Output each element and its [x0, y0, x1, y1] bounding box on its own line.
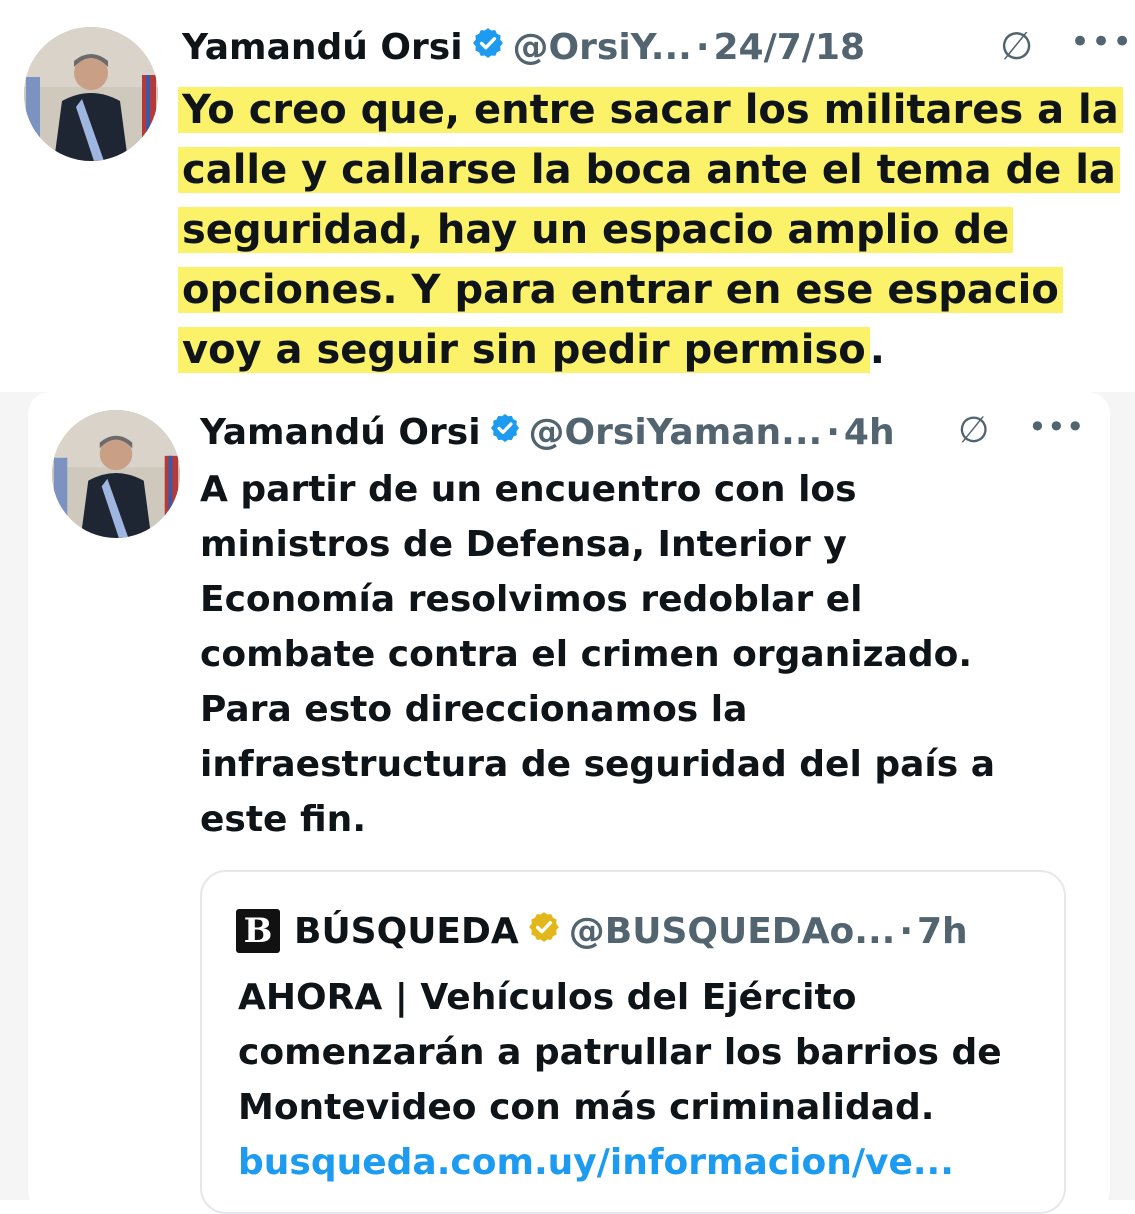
more-options-icon[interactable]: •••	[1070, 22, 1133, 62]
highlighted-text: calle y callarse la boca ante el tema de…	[178, 147, 1120, 193]
timestamp[interactable]: 4h	[844, 412, 895, 453]
author-name[interactable]: Yamandú Orsi	[182, 27, 463, 68]
author-handle[interactable]: @OrsiYaman...	[529, 412, 823, 453]
tweet-line: combate contra el crimen organizado.	[200, 634, 973, 675]
tweet-line: este fin.	[200, 799, 366, 840]
busqueda-logo-icon[interactable]: B	[236, 909, 280, 953]
tweet-line: Economía resolvimos redoblar el	[200, 579, 863, 620]
grok-icon[interactable]: ∅	[1000, 24, 1033, 68]
avatar[interactable]	[24, 27, 158, 161]
highlighted-text: seguridad, hay un espacio amplio de	[178, 207, 1014, 253]
highlighted-text: opciones. Y para entrar en ese espacio	[178, 267, 1063, 313]
highlighted-text: Yo creo que, entre sacar los militares a…	[178, 87, 1123, 133]
highlighted-text: voy a seguir sin pedir permiso	[178, 327, 870, 373]
quoted-tweet-text: AHORA | Vehículos del Ejército comenzará…	[238, 978, 1002, 1198]
tweet-line: AHORA | Vehículos del Ejército	[238, 977, 857, 1018]
tweet-header: Yamandú Orsi @OrsiYaman... · 4h	[200, 410, 895, 454]
article-link[interactable]: busqueda.com.uy/informacion/ve...	[238, 1143, 1002, 1198]
tweet-line: infraestructura de seguridad del país a	[200, 744, 996, 785]
more-options-icon[interactable]: •••	[1028, 408, 1085, 446]
period: .	[869, 327, 885, 373]
author-handle[interactable]: @BUSQUEDAo...	[569, 911, 896, 952]
tweet-line: Para esto direccionamos la	[200, 689, 748, 730]
tweet-text: A partir de un encuentro con los ministr…	[200, 470, 995, 855]
tweet-header: Yamandú Orsi @OrsiY... · 24/7/18	[182, 24, 865, 70]
tweet-line: Montevideo con más criminalidad.	[238, 1087, 935, 1128]
separator-dot: ·	[899, 910, 913, 952]
tweet-line: ministros de Defensa, Interior y	[200, 524, 847, 565]
quoted-tweet-header: B BÚSQUEDA @BUSQUEDAo... · 7h	[236, 908, 968, 954]
separator-dot: ·	[695, 26, 710, 68]
author-name[interactable]: Yamandú Orsi	[200, 412, 481, 453]
tweet-text: Yo creo que, entre sacar los militares a…	[178, 87, 1123, 388]
author-handle[interactable]: @OrsiY...	[513, 27, 692, 68]
verified-org-badge-icon	[527, 910, 561, 953]
tweet-line: comenzarán a patrullar los barrios de	[238, 1032, 1002, 1073]
grok-icon[interactable]: ∅	[958, 410, 989, 451]
timestamp[interactable]: 7h	[917, 911, 968, 952]
tweet-line: A partir de un encuentro con los	[200, 469, 857, 510]
avatar[interactable]	[52, 410, 180, 538]
separator-dot: ·	[826, 411, 840, 453]
author-name[interactable]: BÚSQUEDA	[294, 911, 519, 952]
verified-badge-icon	[489, 412, 521, 453]
timestamp[interactable]: 24/7/18	[714, 27, 866, 68]
verified-badge-icon	[471, 26, 505, 69]
